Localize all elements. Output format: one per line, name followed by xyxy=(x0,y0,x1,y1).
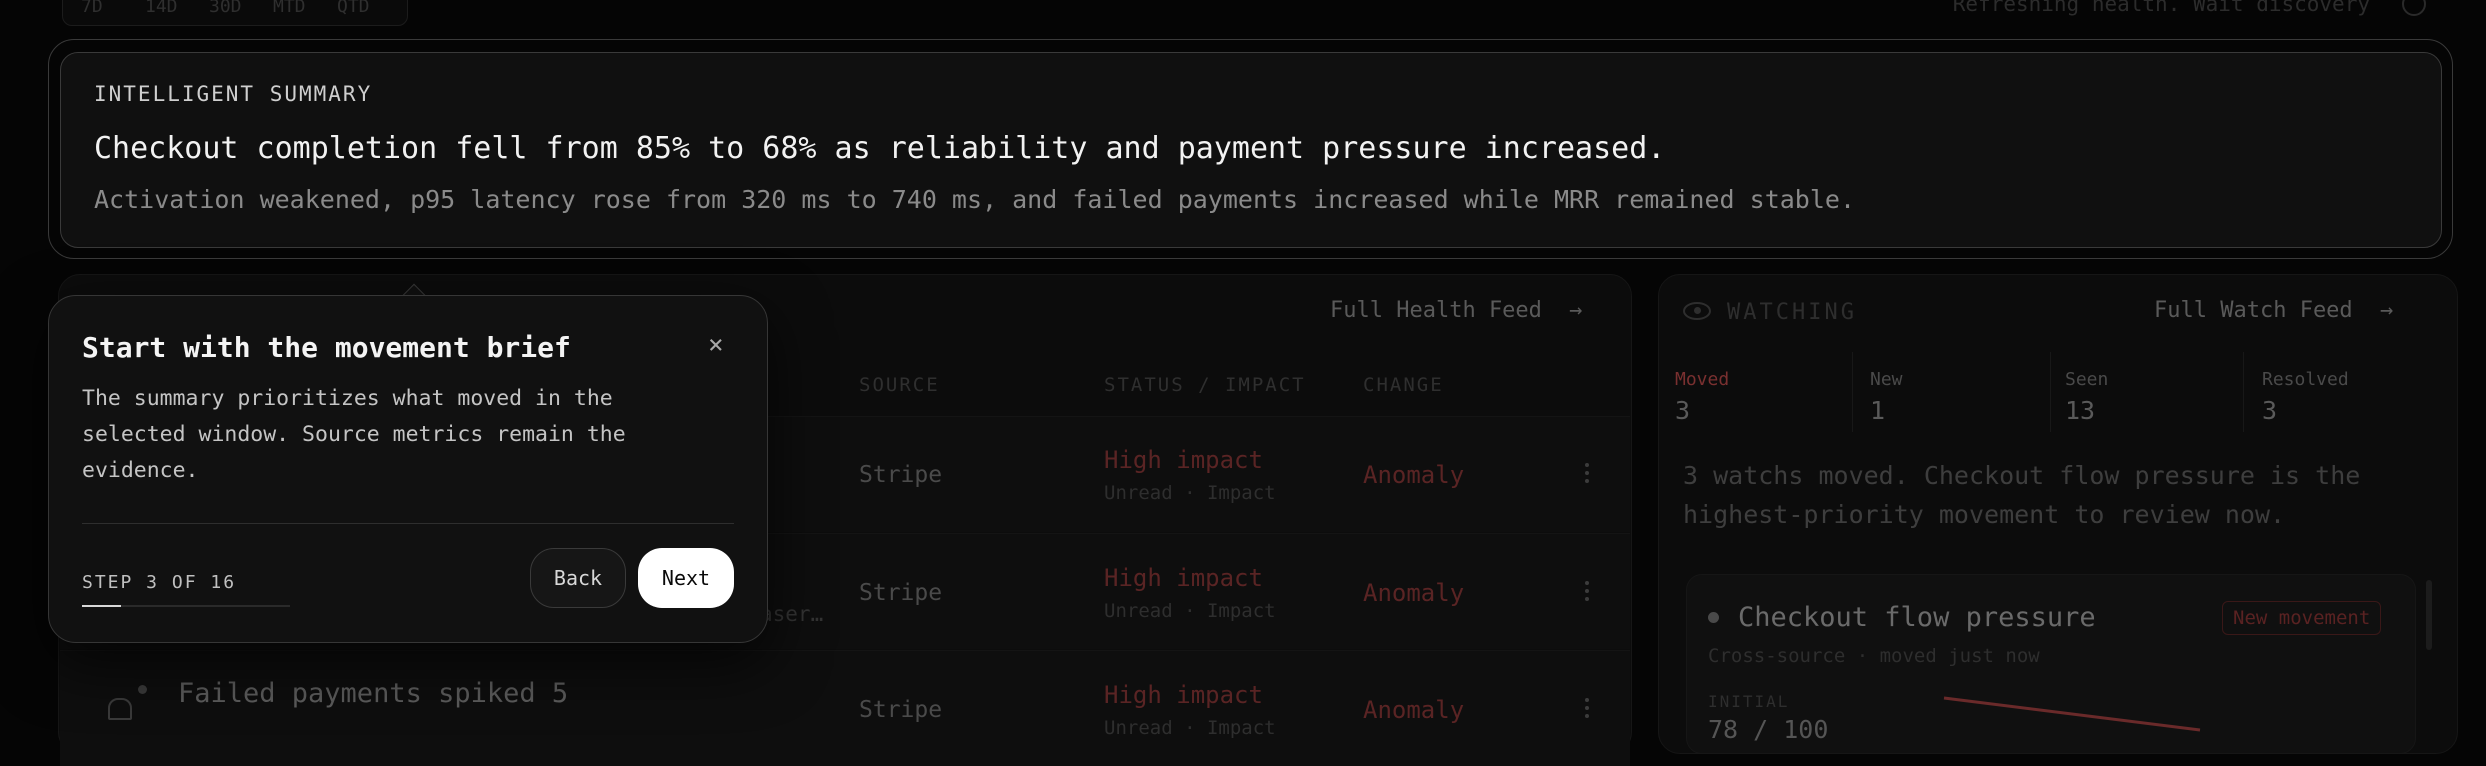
tour-step-indicator: STEP 3 OF 16 xyxy=(82,572,237,593)
range-14d-button[interactable]: 14D xyxy=(145,0,209,17)
more-vertical-icon[interactable] xyxy=(1585,463,1589,487)
row-title: Failed payments spiked 5 xyxy=(178,678,569,709)
row-change: Anomaly xyxy=(1363,579,1465,607)
full-health-feed-link[interactable]: Full Health Feed → xyxy=(1330,298,1582,323)
eye-icon xyxy=(1683,302,1711,320)
row-source: Stripe xyxy=(859,462,943,488)
date-range-selector: 7D 14D 30D MTD QTD xyxy=(62,0,408,26)
range-7d-button[interactable]: 7D xyxy=(81,0,145,17)
stat-moved-value: 3 xyxy=(1675,396,1691,425)
arrow-right-icon: → xyxy=(2379,298,2394,323)
watch-card-title: Checkout flow pressure xyxy=(1738,602,2096,633)
column-status: STATUS / IMPACT xyxy=(1104,374,1306,396)
row-source: Stripe xyxy=(859,580,943,606)
row-impact-sub: Unread · Impact xyxy=(1104,717,1276,739)
stat-resolved-value: 3 xyxy=(2262,396,2278,425)
card-status-dot xyxy=(1708,612,1719,623)
tour-progress-fill xyxy=(82,605,121,607)
watch-card-initial-label: INITIAL xyxy=(1708,692,1790,711)
column-change: CHANGE xyxy=(1363,374,1444,396)
full-watch-feed-link[interactable]: Full Watch Feed → xyxy=(2154,298,2393,323)
row-change: Anomaly xyxy=(1363,461,1465,489)
stat-new-label: New xyxy=(1870,369,1903,390)
row-impact-sub: Unread · Impact xyxy=(1104,600,1276,622)
stat-seen-value: 13 xyxy=(2065,396,2096,425)
tour-progress-bar xyxy=(82,605,290,607)
watch-card-meta: Cross-source · moved just now xyxy=(1708,645,2040,667)
more-vertical-icon[interactable] xyxy=(1585,698,1589,722)
next-button[interactable]: Next xyxy=(638,548,734,608)
new-movement-badge: New movement xyxy=(2222,601,2382,635)
close-icon[interactable]: × xyxy=(708,330,724,360)
full-watch-feed-label: Full Watch Feed xyxy=(2154,298,2353,323)
row-impact: High impact xyxy=(1104,681,1263,709)
stat-new-value: 1 xyxy=(1870,396,1886,425)
stat-moved-label: Moved xyxy=(1675,369,1730,390)
watching-title: WATCHING xyxy=(1727,300,1857,325)
stat-resolved-label: Resolved xyxy=(2262,369,2349,390)
range-qtd-button[interactable]: QTD xyxy=(337,0,401,17)
bell-icon xyxy=(108,698,132,720)
stat-divider xyxy=(2050,352,2051,432)
row-impact-sub: Unread · Impact xyxy=(1104,482,1276,504)
refresh-status: Refreshing health. Wait discovery xyxy=(1952,0,2370,16)
row-impact: High impact xyxy=(1104,564,1263,592)
unread-dot xyxy=(138,685,147,694)
watch-card-initial-value: 78 / 100 xyxy=(1708,715,1829,744)
refresh-icon[interactable] xyxy=(2402,0,2426,16)
watch-scrollbar[interactable] xyxy=(2426,580,2432,650)
arrow-right-icon: → xyxy=(1569,298,1583,323)
stat-seen-label: Seen xyxy=(2065,369,2109,390)
row-impact: High impact xyxy=(1104,446,1263,474)
tour-divider xyxy=(82,523,734,524)
more-vertical-icon[interactable] xyxy=(1585,581,1589,605)
full-health-feed-label: Full Health Feed xyxy=(1330,298,1542,323)
back-button[interactable]: Back xyxy=(530,548,626,608)
column-source: SOURCE xyxy=(859,374,940,396)
range-30d-button[interactable]: 30D xyxy=(209,0,273,17)
summary-label: INTELLIGENT SUMMARY xyxy=(94,82,373,106)
range-mtd-button[interactable]: MTD xyxy=(273,0,337,17)
tour-body: The summary prioritizes what moved in th… xyxy=(82,386,626,483)
trend-sparkline xyxy=(1943,696,2201,732)
row-description-truncated: aser… xyxy=(760,602,824,626)
stat-divider xyxy=(2243,352,2244,432)
row-change: Anomaly xyxy=(1363,696,1465,724)
stat-divider xyxy=(1852,352,1853,432)
row-source: Stripe xyxy=(859,697,943,723)
summary-detail: Activation weakened, p95 latency rose fr… xyxy=(94,185,1855,214)
summary-headline: Checkout completion fell from 85% to 68%… xyxy=(94,131,1666,166)
tour-title: Start with the movement brief xyxy=(82,331,571,364)
watch-summary-message: 3 watchs moved. Checkout flow pressure i… xyxy=(1683,461,2361,529)
